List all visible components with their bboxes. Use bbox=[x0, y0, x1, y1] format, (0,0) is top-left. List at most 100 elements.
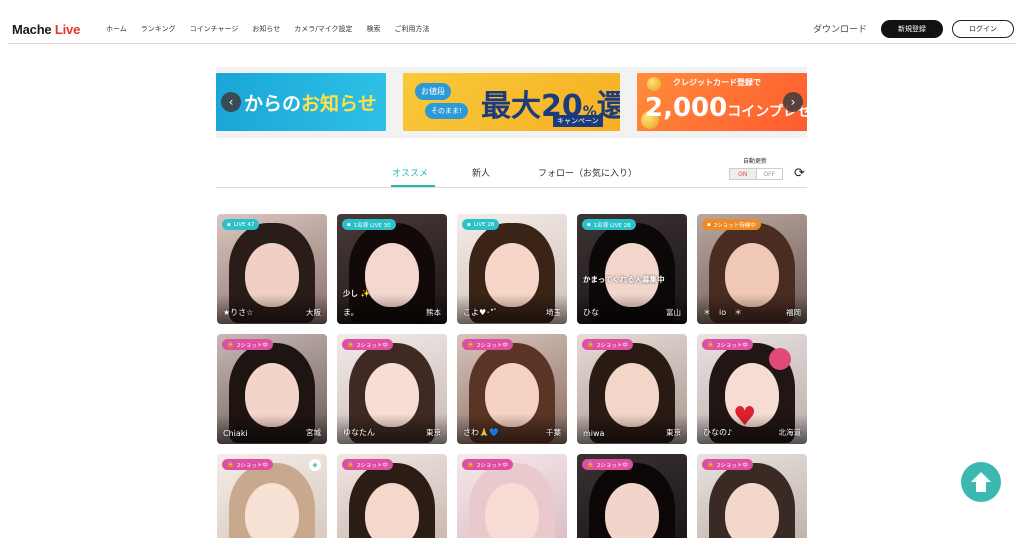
nav-howto[interactable]: ご利用方法 bbox=[394, 24, 429, 34]
tv-icon: ▪ bbox=[227, 221, 231, 228]
lock-icon: 🔒 bbox=[347, 461, 354, 468]
two-shot-badge: 🔒 2ショット中 bbox=[342, 339, 393, 350]
streamer-location: 東京 bbox=[426, 428, 441, 437]
banner-cashback[interactable]: お値段 そのまま! 最大20%還元 キャンペーン bbox=[403, 73, 620, 131]
streamer-card[interactable]: 🔒 2ショット中 ゆなたん 東京 bbox=[337, 334, 447, 444]
streamer-name: ひなの♪ bbox=[703, 428, 733, 437]
auto-update-label: 自動更新 bbox=[743, 158, 768, 165]
streamer-card[interactable]: 🔒 2ショット中 bbox=[337, 454, 447, 538]
tv-icon: ▪ bbox=[467, 221, 471, 228]
lock-icon: 🔒 bbox=[587, 461, 594, 468]
nav-news[interactable]: お知らせ bbox=[252, 24, 280, 34]
logo-text-mache: Mache bbox=[12, 22, 52, 37]
banner-news[interactable]: からのお知らせ bbox=[216, 73, 386, 131]
streamer-location: 千葉 bbox=[546, 428, 561, 437]
login-button[interactable]: ログイン bbox=[952, 20, 1014, 38]
streamer-location: 大阪 bbox=[306, 308, 321, 317]
banner-credit-card[interactable]: クレジットカード登録で 2,000コインプレゼ bbox=[637, 73, 807, 131]
banner-cashback-bubble2: そのまま! bbox=[425, 103, 468, 119]
streamer-card[interactable]: 🔒 2ショット中 Chiaki 宮城 bbox=[217, 334, 327, 444]
streamer-card[interactable]: 🔒 2ショット中 miwa 東京 bbox=[577, 334, 687, 444]
streamer-card[interactable]: ▪ 1名様 LIVE 28 かまってくれる人募集中 ひな 富山 bbox=[577, 214, 687, 324]
streamer-caption: かまってくれる人募集中 bbox=[583, 275, 665, 284]
streamer-name: こよ♥︎･*ﾟ bbox=[463, 308, 498, 317]
two-shot-badge: 🔒 2ショット中 bbox=[462, 459, 513, 470]
streamer-location: 埼玉 bbox=[546, 308, 561, 317]
tv-icon: ▪ bbox=[347, 221, 351, 228]
two-shot-badge: 🔒 2ショット中 bbox=[582, 339, 633, 350]
two-shot-badge: 🔒 2ショット中 bbox=[582, 459, 633, 470]
auto-update-toggle[interactable]: ON OFF bbox=[729, 168, 783, 180]
nav-ranking[interactable]: ランキング bbox=[141, 24, 176, 34]
tv-icon: ▪ bbox=[587, 221, 591, 228]
download-link[interactable]: ダウンロード bbox=[813, 22, 867, 35]
live-badge: ▪ 1名様 LIVE 30 bbox=[342, 219, 396, 230]
live-badge: ▪ 1名様 LIVE 28 bbox=[582, 219, 636, 230]
tv-icon: ▪ bbox=[707, 221, 711, 228]
two-shot-badge: 🔒 2ショット中 bbox=[702, 339, 753, 350]
banner-cashback-bubble1: お値段 bbox=[415, 83, 451, 100]
toggle-off[interactable]: OFF bbox=[755, 169, 782, 179]
streamer-name: ゆなたん bbox=[343, 428, 375, 437]
two-shot-badge: 🔒 2ショット中 bbox=[462, 339, 513, 350]
banner-news-text: からのお知らせ bbox=[244, 93, 377, 115]
streamer-card[interactable]: 🔒 2ショット中 bbox=[577, 454, 687, 538]
lock-icon: 🔒 bbox=[467, 461, 474, 468]
streamer-card[interactable]: 🔒 2ショット中 bbox=[457, 454, 567, 538]
streamer-name: ひな bbox=[583, 308, 599, 317]
streamer-card[interactable]: 🔒 2ショット中 ◈ bbox=[217, 454, 327, 538]
nav-home[interactable]: ホーム bbox=[106, 24, 127, 34]
streamer-name: ま。 bbox=[343, 308, 359, 317]
lock-icon: 🔒 bbox=[227, 341, 234, 348]
feed-tabs: オススメ 新人 フォロー（お気に入り） 自動更新 ON OFF ⟳ bbox=[216, 158, 807, 188]
two-shot-waiting-badge: ▪ 2ショット待機中 bbox=[702, 219, 761, 230]
two-shot-badge: 🔒 2ショット中 bbox=[702, 459, 753, 470]
streamer-location: 熊本 bbox=[426, 308, 441, 317]
logo-text-live: Live bbox=[54, 22, 81, 37]
two-shot-badge: 🔒 2ショット中 bbox=[342, 459, 393, 470]
streamer-card[interactable]: ▪ 1名様 LIVE 30 少し ✨ ま。 熊本 bbox=[337, 214, 447, 324]
streamer-name: ＊ io ＊ bbox=[703, 308, 743, 317]
carousel-next-button[interactable]: › bbox=[783, 92, 803, 112]
streamer-location: 宮城 bbox=[306, 428, 321, 437]
tab-recommended[interactable]: オススメ bbox=[392, 166, 428, 179]
live-badge: ▪ LIVE 47 bbox=[222, 219, 260, 230]
streamer-name: miwa bbox=[583, 429, 605, 438]
streamer-card[interactable]: ♥ 🔒2ショット中 ひなの♪ 北海道 bbox=[697, 334, 807, 444]
shield-icon: ◈ bbox=[309, 459, 321, 471]
lock-icon: 🔒 bbox=[347, 341, 354, 348]
site-logo[interactable]: Mache Live bbox=[12, 22, 80, 37]
banner-cashback-campaign: キャンペーン bbox=[553, 115, 603, 127]
live-badge: ▪ LIVE 28 bbox=[462, 219, 500, 230]
streamer-card[interactable]: ▪ 2ショット待機中 ＊ io ＊ 福岡 bbox=[697, 214, 807, 324]
lock-icon: 🔒 bbox=[707, 341, 714, 348]
streamer-card[interactable]: 🔒 2ショット中 さわ🙏💙 千葉 bbox=[457, 334, 567, 444]
nav-coin-charge[interactable]: コインチャージ bbox=[190, 24, 239, 34]
banner-carousel: からのお知らせ お値段 そのまま! 最大20%還元 キャンペーン クレジットカー… bbox=[216, 67, 807, 138]
streamer-location: 東京 bbox=[666, 428, 681, 437]
nav-search[interactable]: 検索 bbox=[366, 24, 380, 34]
site-header: Mache Live ホーム ランキング コインチャージ お知らせ カメラ/マイ… bbox=[8, 14, 1016, 44]
streamer-name: Chiaki bbox=[223, 429, 248, 438]
scroll-to-top-button[interactable] bbox=[961, 462, 1001, 502]
toggle-on[interactable]: ON bbox=[730, 169, 756, 179]
streamer-location: 富山 bbox=[666, 308, 681, 317]
streamer-caption: 少し ✨ bbox=[343, 289, 370, 298]
lock-icon: 🔒 bbox=[467, 341, 474, 348]
main-nav: ホーム ランキング コインチャージ お知らせ カメラ/マイク設定 検索 ご利用方… bbox=[106, 24, 443, 34]
nav-camera-mic[interactable]: カメラ/マイク設定 bbox=[294, 24, 352, 34]
banner-credit-top: クレジットカード登録で bbox=[673, 78, 761, 87]
lock-icon: 🔒 bbox=[227, 461, 234, 468]
carousel-prev-button[interactable]: ‹ bbox=[221, 92, 241, 112]
flower-icon bbox=[769, 348, 791, 370]
streamer-card[interactable]: 🔒 2ショット中 bbox=[697, 454, 807, 538]
lock-icon: 🔒 bbox=[587, 341, 594, 348]
two-shot-badge: 🔒 2ショット中 bbox=[222, 459, 273, 470]
tab-follow[interactable]: フォロー（お気に入り） bbox=[538, 166, 637, 179]
register-button[interactable]: 新規登録 bbox=[881, 20, 943, 38]
streamer-card[interactable]: ▪ LIVE 47 ★りさ☆ 大阪 bbox=[217, 214, 327, 324]
tab-newcomers[interactable]: 新人 bbox=[472, 166, 490, 179]
streamer-card[interactable]: ▪ LIVE 28 こよ♥︎･*ﾟ 埼玉 bbox=[457, 214, 567, 324]
refresh-icon[interactable]: ⟳ bbox=[794, 166, 805, 181]
two-shot-badge: 🔒 2ショット中 bbox=[222, 339, 273, 350]
